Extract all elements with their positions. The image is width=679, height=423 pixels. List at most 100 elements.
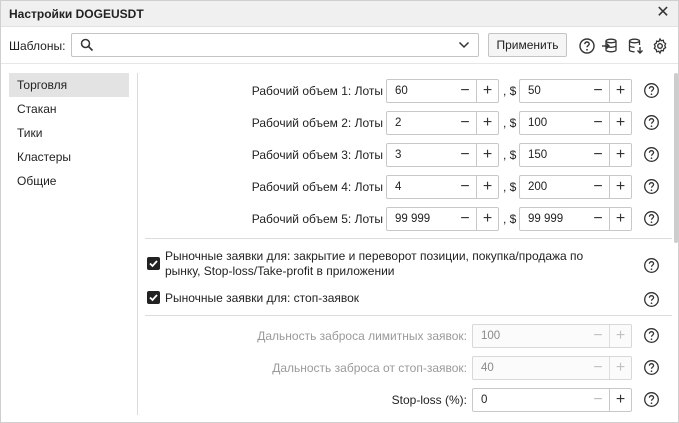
plus-icon[interactable]: + [476,208,498,230]
plus-icon: + [609,325,631,347]
minus-icon[interactable]: − [587,389,609,411]
minus-icon[interactable]: − [587,112,609,134]
usd-stepper[interactable]: 50 − + [519,79,632,103]
help-icon[interactable] [643,210,660,227]
lots-stepper[interactable]: 3 − + [386,143,499,167]
plus-icon[interactable]: + [609,144,631,166]
plus-icon[interactable]: + [609,208,631,230]
help-icon[interactable] [643,146,660,163]
help-icon[interactable] [643,359,660,376]
usd-stepper[interactable]: 150 − + [519,143,632,167]
usd-separator: , $ [503,84,517,98]
help-icon[interactable] [643,257,660,274]
check-icon [149,294,158,302]
minus-icon[interactable]: − [454,208,476,230]
checkbox-label-line: Рыночные заявки для: закрытие и переворо… [165,249,584,263]
limit-range-stepper[interactable]: 100 − + [472,324,632,348]
help-icon[interactable] [643,327,660,344]
gear-icon[interactable] [651,37,669,55]
minus-icon[interactable]: − [587,208,609,230]
plus-icon[interactable]: + [476,176,498,198]
minus-icon[interactable]: − [587,144,609,166]
volume-row-2: Рабочий объем 2: Лоты 2 − + , $ 100 − + [138,111,673,135]
usd-value: 99 999 [528,213,564,225]
stop-range-row: Дальность заброса от стоп-заявок: 40 − + [138,356,673,380]
volume-row-3: Рабочий объем 3: Лоты 3 − + , $ 150 − + [138,143,673,167]
stop-loss-value: 0 [481,394,488,406]
market-orders-stop-label: Рыночные заявки для: стоп-заявок [165,291,360,305]
settings-window: Настройки DOGEUSDT ✕ Шаблоны: Применить [0,0,679,423]
market-orders-close-label: Рыночные заявки для: закрытие и переворо… [165,249,583,279]
import-icon[interactable] [601,37,619,55]
help-icon[interactable] [643,291,660,308]
usd-separator: , $ [503,212,517,226]
check-icon [149,260,158,268]
plus-icon[interactable]: + [609,112,631,134]
plus-icon[interactable]: + [609,176,631,198]
lots-stepper[interactable]: 4 − + [386,175,499,199]
section-divider [145,315,672,316]
sidebar-item-clusters[interactable]: Кластеры [9,145,129,169]
apply-button[interactable]: Применить [488,33,567,57]
usd-separator: , $ [503,116,517,130]
checkbox-label-line: рынку, Stop-loss/Take-profit в приложени… [165,264,395,278]
usd-separator: , $ [503,148,517,162]
volume-label: Рабочий объем 3: Лоты [251,148,383,162]
usd-stepper[interactable]: 200 − + [519,175,632,199]
minus-icon[interactable]: − [454,112,476,134]
minus-icon[interactable]: − [454,176,476,198]
usd-value: 100 [528,117,548,129]
sidebar-item-orderbook[interactable]: Стакан [9,97,129,121]
lots-value: 2 [395,117,402,129]
plus-icon[interactable]: + [609,80,631,102]
usd-value: 150 [528,149,548,161]
plus-icon[interactable]: + [476,144,498,166]
help-icon[interactable] [643,391,660,408]
section-divider [145,238,672,239]
plus-icon[interactable]: + [476,112,498,134]
help-icon[interactable] [643,82,660,99]
usd-value: 50 [528,85,541,97]
lots-value: 99 999 [395,213,431,225]
window-title: Настройки DOGEUSDT [9,7,144,21]
templates-label: Шаблоны: [9,39,66,53]
plus-icon[interactable]: + [609,389,631,411]
sidebar-item-general[interactable]: Общие [9,169,129,193]
minus-icon[interactable]: − [454,144,476,166]
lots-value: 4 [395,181,402,193]
stop-range-label: Дальность заброса от стоп-заявок: [272,361,467,375]
stop-range-value: 40 [481,362,494,374]
lots-stepper[interactable]: 2 − + [386,111,499,135]
usd-stepper[interactable]: 99 999 − + [519,207,632,231]
search-icon [80,38,94,52]
volume-label: Рабочий объем 4: Лоты [251,180,383,194]
sidebar: Торговля Стакан Тики Кластеры Общие [9,73,129,193]
limit-range-label: Дальность заброса лимитных заявок: [257,329,467,343]
help-icon[interactable] [643,178,660,195]
stop-range-stepper[interactable]: 40 − + [472,356,632,380]
lots-value: 60 [395,85,408,97]
sidebar-item-trading[interactable]: Торговля [9,73,129,97]
sidebar-item-ticks[interactable]: Тики [9,121,129,145]
plus-icon[interactable]: + [476,80,498,102]
templates-select[interactable] [71,33,479,57]
minus-icon[interactable]: − [454,80,476,102]
market-orders-stop-checkbox[interactable] [147,291,160,304]
volume-row-5: Рабочий объем 5: Лоты 99 999 − + , $ 99 … [138,207,673,231]
scrollbar[interactable] [674,73,678,243]
volume-row-1: Рабочий объем 1: Лоты 60 − + , $ 50 − + [138,79,673,103]
trading-settings-panel: Рабочий объем 1: Лоты 60 − + , $ 50 − + … [138,73,673,415]
stop-loss-label: Stop-loss (%): [391,393,467,407]
help-icon[interactable] [643,114,660,131]
usd-stepper[interactable]: 100 − + [519,111,632,135]
help-icon[interactable] [578,37,596,55]
lots-stepper[interactable]: 99 999 − + [386,207,499,231]
minus-icon[interactable]: − [587,176,609,198]
close-icon[interactable]: ✕ [654,4,672,22]
chevron-down-icon [458,41,470,49]
database-icon[interactable] [627,37,645,55]
stop-loss-stepper[interactable]: 0 − + [472,388,632,412]
minus-icon[interactable]: − [587,80,609,102]
market-orders-close-checkbox[interactable] [147,257,160,270]
lots-stepper[interactable]: 60 − + [386,79,499,103]
